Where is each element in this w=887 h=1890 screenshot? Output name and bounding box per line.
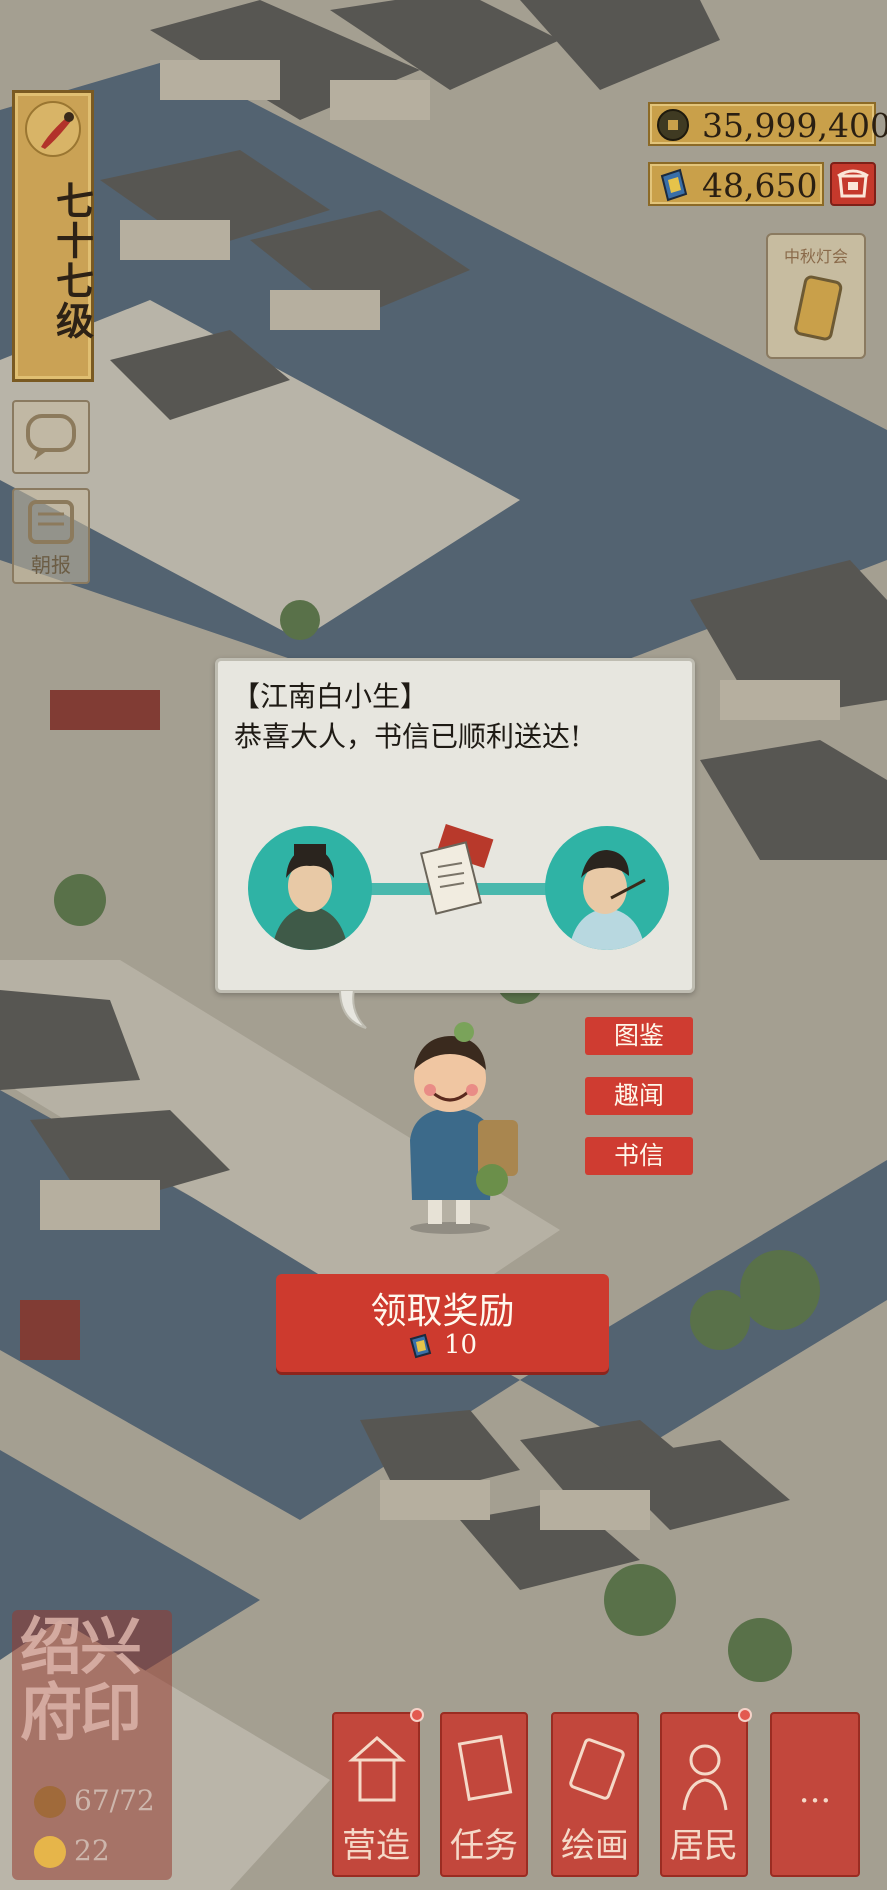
prefecture-seal[interactable]: 绍兴府印 67/72 22 [12,1610,172,1880]
happiness-face-icon [34,1836,66,1868]
happiness-count: 22 [74,1834,110,1867]
seal-title: 绍兴府印 [20,1610,142,1749]
ink-brush-emblem-icon [25,101,81,157]
book-icon [457,1735,513,1801]
toolbar-residents-button[interactable]: 居民 [660,1708,752,1877]
shop-icon [837,169,869,198]
courier-character[interactable] [380,1020,530,1235]
token-amount: 48,650 [702,166,818,205]
scholar-portrait-icon [272,844,348,950]
sender-avatar [248,826,372,950]
toolbar-more-label: ... [798,1771,832,1811]
jade-token-icon [409,1333,432,1359]
toolbar-painting-label: 绘画 [561,1826,629,1866]
painter-portrait-icon [569,850,646,950]
population-count: 67/72 [74,1784,155,1817]
speaker-name: 【江南白小生】 [232,680,429,713]
toolbar-residents-label: 居民 [670,1826,738,1866]
dialog-message: 恭喜大人，书信已顺利送达! [234,720,582,753]
population-icon [34,1786,66,1818]
toolbar-painting-button[interactable]: 绘画 [551,1712,639,1877]
claim-reward-label: 领取奖励 [370,1291,515,1332]
menu-letters-button[interactable]: 书信 [585,1137,693,1175]
dialog-tail [338,990,367,1029]
chat-bubble-icon [26,414,76,460]
receiver-avatar [545,826,669,950]
lantern-card-icon [794,275,843,341]
level-label: 七十七级 [49,181,95,341]
claim-reward-button[interactable]: 领取奖励 10 [276,1274,609,1372]
jade-token-icon [660,168,688,202]
toolbar-tasks-label: 任务 [450,1826,518,1866]
pavilion-icon [348,1736,406,1802]
notification-dot [410,1708,424,1722]
painting-scroll-icon [569,1738,625,1800]
shop-button[interactable] [830,162,876,206]
court-report-button[interactable]: 朝报 [12,488,90,584]
toolbar-more-button[interactable]: ... [770,1712,860,1877]
menu-encyclopedia-button[interactable]: 图鉴 [585,1017,693,1055]
coin-counter: 35,999,400 [648,102,887,146]
notification-dot [738,1708,752,1722]
court-report-label: 朝报 [31,553,71,577]
toolbar-build-label: 营造 [342,1826,410,1866]
chat-button[interactable] [12,400,90,474]
mid-autumn-event-button[interactable]: 中秋灯会 [766,233,866,359]
copper-coin-icon [657,109,689,141]
menu-anecdotes-button[interactable]: 趣闻 [585,1077,693,1115]
level-banner[interactable]: 七十七级 [12,90,95,382]
coin-amount: 35,999,400 [702,106,887,145]
letter-icon [419,824,494,915]
event-label: 中秋灯会 [783,247,848,266]
claim-reward-amount: 10 [444,1330,478,1360]
toolbar-tasks-button[interactable]: 任务 [440,1712,528,1877]
resident-portrait-icon [682,1744,728,1811]
token-counter: 48,650 [648,162,824,206]
scroll-icon [28,500,74,544]
toolbar-build-button[interactable]: 营造 [332,1708,424,1877]
letter-delivered-dialog: 【江南白小生】 恭喜大人，书信已顺利送达! [215,658,695,993]
